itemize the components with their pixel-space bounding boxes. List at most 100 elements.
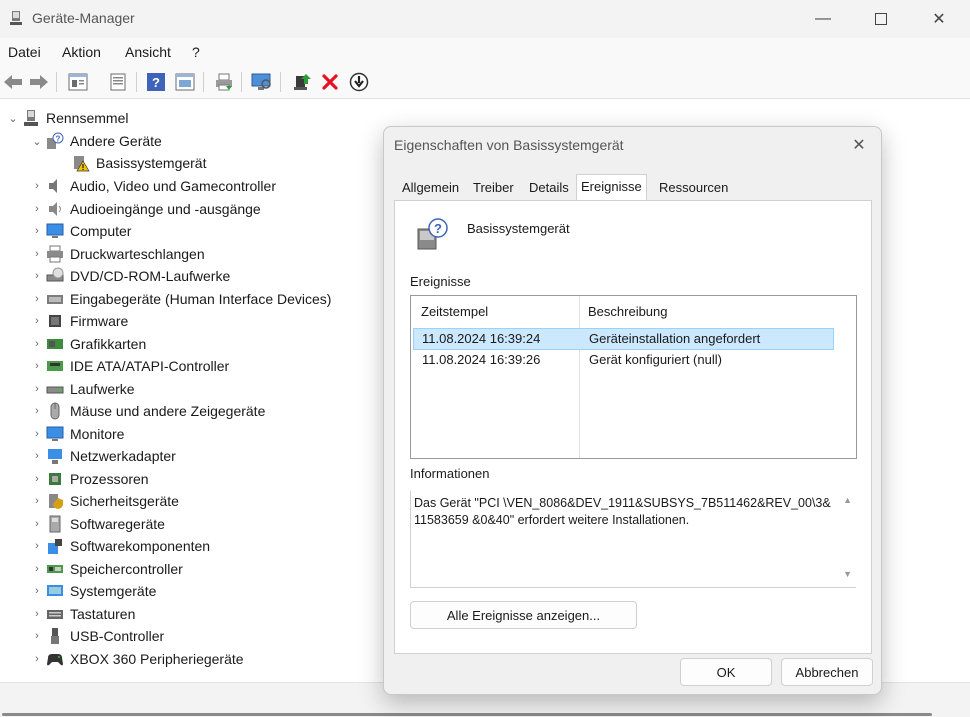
download-button[interactable] (348, 71, 370, 93)
tree-item-category[interactable]: › XBOX 360 Peripheriegeräte (30, 648, 244, 670)
tree-item-category[interactable]: › Softwarekomponenten (30, 535, 210, 557)
chevron-down-icon[interactable]: ⌄ (30, 135, 44, 148)
chevron-right-icon[interactable]: › (30, 225, 44, 237)
menu-datei[interactable]: Datei (8, 44, 41, 60)
table-row[interactable]: 11.08.2024 16:39:24 Geräteinstallation a… (413, 328, 834, 350)
tree-item-label: XBOX 360 Peripheriegeräte (70, 650, 244, 667)
forward-button[interactable] (28, 71, 50, 93)
chevron-right-icon[interactable]: › (30, 563, 44, 575)
chevron-right-icon[interactable]: › (30, 270, 44, 282)
chevron-right-icon[interactable]: › (30, 428, 44, 440)
tree-item-category[interactable]: › Netzwerkadapter (30, 445, 176, 467)
tree-item-andere-geraete[interactable]: ⌄ ? Andere Geräte (30, 130, 162, 152)
keyboard-icon (47, 609, 63, 619)
tab-allgemein[interactable]: Allgemein (398, 177, 463, 199)
tree-item-label: Prozessoren (70, 470, 149, 487)
tree-item-category[interactable]: › Computer (30, 220, 131, 242)
table-row[interactable]: 11.08.2024 16:39:26 Gerät konfiguriert (… (413, 350, 832, 370)
tab-ressourcen[interactable]: Ressourcen (655, 177, 732, 199)
show-all-events-button[interactable]: Alle Ereignisse anzeigen... (410, 601, 637, 629)
tree-item-category[interactable]: › Audioeingänge und -ausgänge (30, 198, 261, 220)
chevron-down-icon[interactable]: ⌄ (6, 112, 20, 125)
scan-hardware-button[interactable] (251, 71, 273, 93)
tree-item-category[interactable]: › Druckwarteschlangen (30, 243, 205, 265)
chevron-right-icon[interactable]: › (30, 518, 44, 530)
tree-item-category[interactable]: › Firmware (30, 310, 128, 332)
tree-item-category[interactable]: › Speichercontroller (30, 558, 183, 580)
tree-item-label: DVD/CD-ROM-Laufwerke (70, 268, 231, 284)
uninstall-button[interactable] (319, 71, 341, 93)
update-driver-button[interactable] (291, 71, 313, 93)
chevron-right-icon[interactable]: › (30, 180, 44, 192)
tab-details[interactable]: Details (525, 177, 573, 199)
chevron-right-icon[interactable]: › (30, 450, 44, 462)
tree-item-category[interactable]: › Grafikkarten (30, 333, 146, 355)
column-header-description[interactable]: Beschreibung (588, 304, 668, 319)
event-description: Geräteinstallation angefordert (589, 331, 761, 346)
ok-button[interactable]: OK (680, 658, 772, 686)
show-hide-button[interactable] (107, 71, 129, 93)
chevron-right-icon[interactable]: › (30, 293, 44, 305)
tree-item-category[interactable]: › Monitore (30, 423, 124, 445)
minimize-button[interactable]: — (800, 0, 846, 38)
tree-item-basissystemgeraet[interactable]: Basissystemgerät (70, 152, 206, 174)
tree-item-category[interactable]: › DVD/CD-ROM-Laufwerke (30, 265, 230, 287)
tree-item-category[interactable]: › USB-Controller (30, 625, 164, 647)
tree-item-category[interactable]: › Sicherheitsgeräte (30, 490, 179, 512)
info-textbox[interactable]: Das Gerät "PCI \VEN_8086&DEV_1911&SUBSYS… (410, 491, 856, 588)
svg-text:?: ? (56, 135, 61, 144)
cancel-button[interactable]: Abbrechen (781, 658, 873, 686)
mouse-icon (50, 402, 60, 420)
tree-item-category[interactable]: › Eingabegeräte (Human Interface Devices) (30, 288, 331, 310)
tree-item-category[interactable]: › IDE ATA/ATAPI-Controller (30, 355, 229, 377)
tree-item-category[interactable]: › Laufwerke (30, 378, 134, 400)
chevron-right-icon[interactable]: › (30, 405, 44, 417)
chevron-right-icon[interactable]: › (30, 203, 44, 215)
events-table[interactable]: Zeitstempel Beschreibung 11.08.2024 16:3… (410, 295, 857, 459)
chevron-right-icon[interactable]: › (30, 585, 44, 597)
info-text: Das Gerät "PCI \VEN_8086&DEV_1911&SUBSYS… (414, 496, 831, 527)
chevron-right-icon[interactable]: › (30, 653, 44, 665)
menu-help[interactable]: ? (192, 44, 200, 60)
forward-icon (30, 75, 48, 89)
tree-item-category[interactable]: › Mäuse und andere Zeigegeräte (30, 400, 265, 422)
chevron-right-icon[interactable]: › (30, 608, 44, 620)
chevron-right-icon[interactable]: › (30, 315, 44, 327)
view-button[interactable] (174, 71, 196, 93)
help-button[interactable]: ? (145, 71, 167, 93)
tree-item-category[interactable]: › Prozessoren (30, 468, 149, 490)
tab-treiber[interactable]: Treiber (469, 177, 518, 199)
chevron-right-icon[interactable]: › (30, 630, 44, 642)
monitor-icon (46, 426, 64, 441)
toolbar-separator (136, 72, 137, 92)
svg-text:?: ? (434, 221, 442, 236)
tree-item-category[interactable]: › Audio, Video und Gamecontroller (30, 175, 276, 197)
scroll-down-icon[interactable]: ▼ (843, 569, 852, 579)
menu-ansicht[interactable]: Ansicht (125, 44, 171, 60)
menu-aktion[interactable]: Aktion (62, 44, 101, 60)
monitor-icon (46, 223, 64, 238)
events-tab-panel: ? Basissystemgerät Ereignisse Zeitstempe… (394, 200, 872, 654)
properties-button[interactable] (67, 71, 89, 93)
chevron-right-icon[interactable]: › (30, 338, 44, 350)
chevron-right-icon[interactable]: › (30, 495, 44, 507)
chevron-right-icon[interactable]: › (30, 540, 44, 552)
column-header-timestamp[interactable]: Zeitstempel (421, 304, 488, 319)
tree-root[interactable]: ⌄ Rennsemmel (6, 107, 128, 129)
usb-controller-icon (51, 628, 59, 644)
scroll-up-icon[interactable]: ▲ (843, 495, 852, 505)
tree-item-category[interactable]: › Tastaturen (30, 603, 135, 625)
close-button[interactable]: ✕ (916, 0, 962, 38)
back-button[interactable] (2, 71, 24, 93)
chevron-right-icon[interactable]: › (30, 360, 44, 372)
chevron-right-icon[interactable]: › (30, 473, 44, 485)
tree-item-category[interactable]: › Systemgeräte (30, 580, 156, 602)
tree-item-category[interactable]: › Softwaregeräte (30, 513, 165, 535)
dialog-close-button[interactable]: ✕ (845, 133, 873, 157)
print-button[interactable] (213, 71, 235, 93)
maximize-button[interactable] (858, 0, 904, 38)
tab-ereignisse[interactable]: Ereignisse (576, 174, 647, 201)
chevron-right-icon[interactable]: › (30, 248, 44, 260)
chevron-right-icon[interactable]: › (30, 383, 44, 395)
dialog-title: Eigenschaften von Basissystemgerät (394, 137, 624, 153)
